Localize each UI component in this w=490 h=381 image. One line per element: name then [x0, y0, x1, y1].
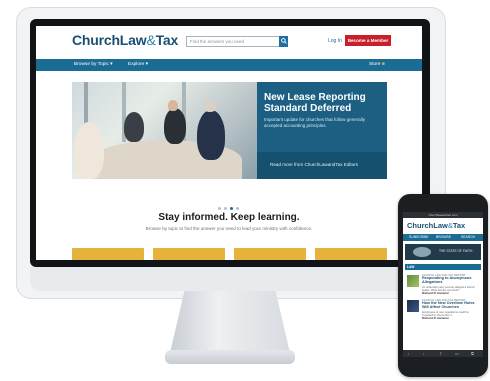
search-button[interactable] [279, 36, 288, 47]
tagline-subtext: Browse by topic to find the answer you n… [145, 226, 313, 231]
carousel-dot[interactable] [236, 207, 239, 210]
carousel-dot-active[interactable] [230, 207, 233, 210]
article-title[interactable]: Responding to Anonymous Allegations [422, 276, 478, 285]
back-icon[interactable]: ‹ [408, 350, 409, 357]
login-link[interactable]: Log In [328, 38, 342, 44]
topic-cards [72, 248, 387, 260]
phone-section-header [405, 264, 481, 270]
search-icon [280, 38, 287, 44]
article-thumbnail [407, 275, 419, 287]
become-member-button[interactable]: Become a Member [345, 35, 391, 46]
phone-browser-toolbar: ‹ › ⇪ ▭ ⧉ [403, 350, 483, 357]
article-thumbnail [407, 300, 419, 312]
hero-description: Important update for churches that follo… [264, 117, 366, 128]
phone-nav: SUBSCRIBE BROWSE SEARCH [403, 234, 483, 241]
desktop-screen: ChurchLaw&Tax Find the answers you need … [36, 26, 422, 260]
hero-carousel-slide[interactable]: New Lease Reporting Standard Deferred Im… [72, 82, 387, 179]
phone-address-bar[interactable]: churchlawandtax.com [403, 212, 483, 218]
carousel-dot[interactable] [218, 207, 221, 210]
share-icon[interactable]: ⇪ [439, 350, 442, 357]
phone-section-label: LAW [407, 265, 415, 269]
article-author: Richard R. Hammar [422, 291, 449, 295]
hero-read-more-link[interactable]: Read more from ChurchLawandTax Editors [270, 162, 358, 167]
phone-nav-subscribe[interactable]: SUBSCRIBE [409, 235, 429, 240]
nav-store[interactable]: Store [369, 61, 380, 69]
monitor-chin [30, 267, 430, 291]
nav-browse-by-topic[interactable]: Browse by Topic ▾ [74, 61, 113, 69]
carousel-dot[interactable] [224, 207, 227, 210]
hero-headline[interactable]: New Lease Reporting Standard Deferred [264, 92, 384, 114]
hero-photo [72, 82, 257, 179]
tabs-icon[interactable]: ⧉ [471, 350, 474, 357]
phone-screen: churchlawandtax.com ChurchLaw&Tax SUBSCR… [403, 212, 483, 357]
tagline-heading: Stay informed. Keep learning. [158, 212, 300, 223]
search-input[interactable]: Find the answers you need [186, 36, 281, 47]
bookmarks-icon[interactable]: ▭ [455, 350, 459, 357]
topic-card[interactable] [315, 248, 387, 260]
nav-explore[interactable]: Explore ▾ [128, 61, 148, 69]
article-title[interactable]: How the New Overtime Rules Will Affect C… [422, 301, 478, 310]
phone-site-logo[interactable]: ChurchLaw&Tax [407, 221, 465, 230]
phone-nav-browse[interactable]: BROWSE [436, 235, 451, 240]
phone-nav-search[interactable]: SEARCH [461, 235, 475, 240]
article-author: Richard R. Hammar [422, 316, 449, 320]
monitor-stand-neck [170, 291, 290, 353]
cart-icon[interactable]: ■ [382, 61, 385, 69]
topic-card[interactable] [153, 248, 225, 260]
main-nav: Browse by Topic ▾ Explore ▾ Store ■ [36, 59, 422, 71]
phone-article[interactable]: CHURCH LAW AND TAX REPORT How the New Ov… [407, 298, 479, 320]
monitor-stand-base [165, 350, 295, 364]
phone-banner-text: THE STATE OF FAITH [439, 249, 473, 253]
topic-card[interactable] [72, 248, 144, 260]
site-logo[interactable]: ChurchLaw&Tax [72, 32, 178, 48]
forward-icon[interactable]: › [423, 350, 424, 357]
topic-card[interactable] [234, 248, 306, 260]
banner-graphic [413, 247, 431, 257]
phone-article[interactable]: CHURCH LAW AND TAX REPORT Responding to … [407, 273, 479, 295]
